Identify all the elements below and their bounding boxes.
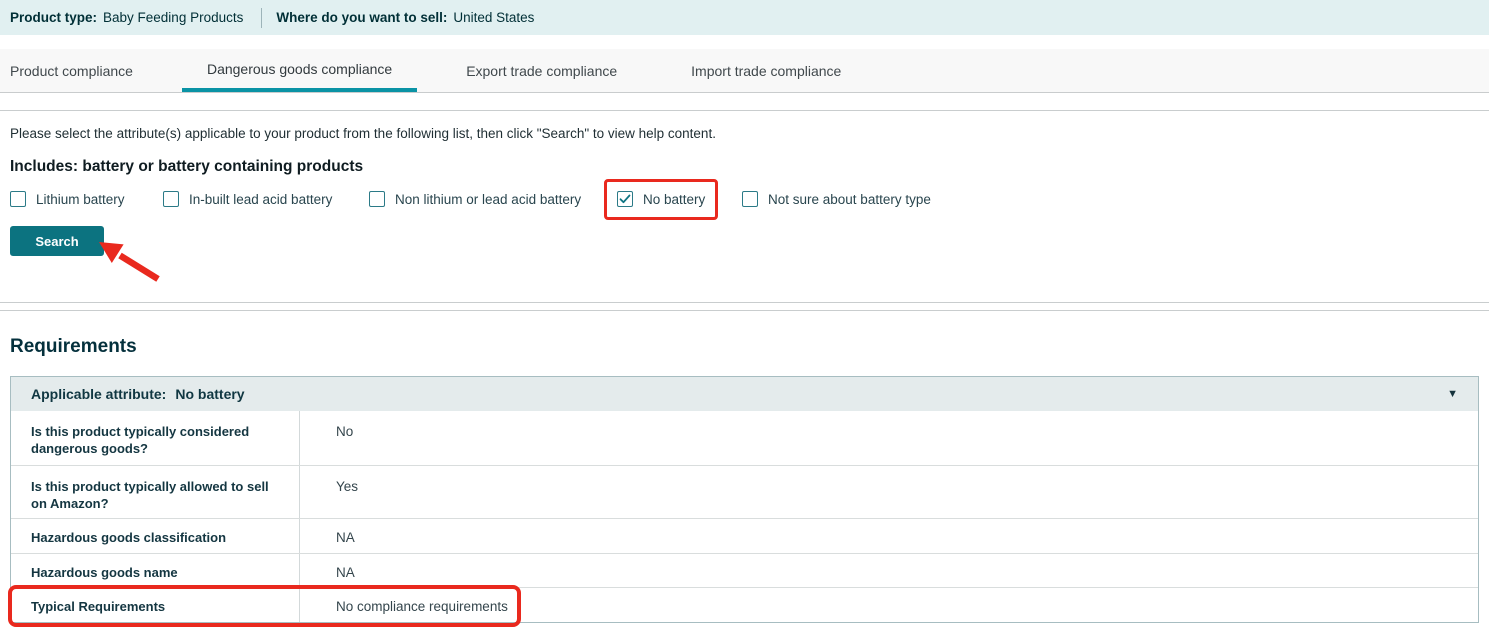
checkbox-item-inbuilt-lead-acid[interactable]: In-built lead acid battery — [163, 191, 369, 207]
checkbox-lithium-battery[interactable] — [10, 191, 26, 207]
checkbox-no-battery[interactable] — [617, 191, 633, 207]
row-value: No compliance requirements — [300, 588, 518, 622]
topbar-divider — [261, 8, 262, 28]
checkbox-label: Not sure about battery type — [768, 192, 931, 207]
product-type-value: Baby Feeding Products — [103, 10, 243, 25]
check-icon — [619, 193, 631, 205]
checkbox-label: Lithium battery — [36, 192, 125, 207]
checkbox-label: In-built lead acid battery — [189, 192, 332, 207]
spacer — [0, 93, 1489, 111]
row-label: Typical Requirements — [11, 588, 300, 622]
row-value: Yes — [300, 466, 368, 518]
compliance-page: Product type: Baby Feeding Products Wher… — [0, 0, 1489, 632]
sell-location-label: Where do you want to sell: — [276, 10, 447, 25]
checkbox-item-lithium-battery[interactable]: Lithium battery — [10, 191, 163, 207]
requirements-heading: Requirements — [10, 335, 1489, 358]
checkbox-item-no-battery[interactable]: No battery — [617, 191, 742, 207]
attribute-selection-section: Please select the attribute(s) applicabl… — [0, 111, 1489, 303]
checkbox-label: No battery — [643, 192, 705, 207]
context-bar: Product type: Baby Feeding Products Wher… — [0, 0, 1489, 35]
applicable-attribute-value: No battery — [175, 386, 244, 402]
instruction-text: Please select the attribute(s) applicabl… — [10, 111, 1489, 141]
row-label: Is this product typically allowed to sel… — [11, 466, 300, 518]
tab-import-trade-compliance[interactable]: Import trade compliance — [666, 49, 866, 92]
table-row-typical-requirements: Typical Requirements No compliance requi… — [11, 587, 1478, 622]
table-header-applicable-attribute[interactable]: Applicable attribute: No battery ▼ — [11, 377, 1478, 411]
sell-location-value: United States — [453, 10, 534, 25]
collapse-caret-icon[interactable]: ▼ — [1447, 388, 1458, 400]
checkbox-item-not-sure[interactable]: Not sure about battery type — [742, 191, 931, 207]
checkbox-non-lithium[interactable] — [369, 191, 385, 207]
tab-export-trade-compliance[interactable]: Export trade compliance — [441, 49, 642, 92]
product-type-label: Product type: — [10, 10, 97, 25]
table-row: Hazardous goods classification NA — [11, 518, 1478, 553]
compliance-tabs: Product compliance Dangerous goods compl… — [0, 49, 1489, 93]
checkbox-inbuilt-lead-acid[interactable] — [163, 191, 179, 207]
table-row: Is this product typically allowed to sel… — [11, 465, 1478, 518]
row-value: NA — [300, 519, 365, 553]
checkbox-label: Non lithium or lead acid battery — [395, 192, 581, 207]
row-value: No — [300, 411, 363, 465]
row-label: Hazardous goods name — [11, 554, 300, 587]
checkbox-not-sure[interactable] — [742, 191, 758, 207]
tab-product-compliance[interactable]: Product compliance — [0, 49, 158, 92]
battery-group-heading: Includes: battery or battery containing … — [10, 157, 1489, 176]
spacer — [0, 303, 1489, 310]
battery-checkbox-row: Lithium battery In-built lead acid batte… — [10, 189, 1489, 209]
row-label: Hazardous goods classification — [11, 519, 300, 553]
table-row: Is this product typically considered dan… — [11, 411, 1478, 465]
search-button[interactable]: Search — [10, 226, 104, 256]
table-row: Hazardous goods name NA — [11, 553, 1478, 587]
applicable-attribute-label: Applicable attribute: — [31, 386, 166, 402]
row-value: NA — [300, 554, 365, 587]
row-label: Is this product typically considered dan… — [11, 411, 300, 465]
spacer — [0, 35, 1489, 49]
tab-dangerous-goods-compliance[interactable]: Dangerous goods compliance — [182, 49, 417, 92]
requirements-section: Requirements Applicable attribute: No ba… — [0, 310, 1489, 623]
requirements-table: Applicable attribute: No battery ▼ Is th… — [10, 376, 1479, 623]
checkbox-item-non-lithium[interactable]: Non lithium or lead acid battery — [369, 191, 617, 207]
